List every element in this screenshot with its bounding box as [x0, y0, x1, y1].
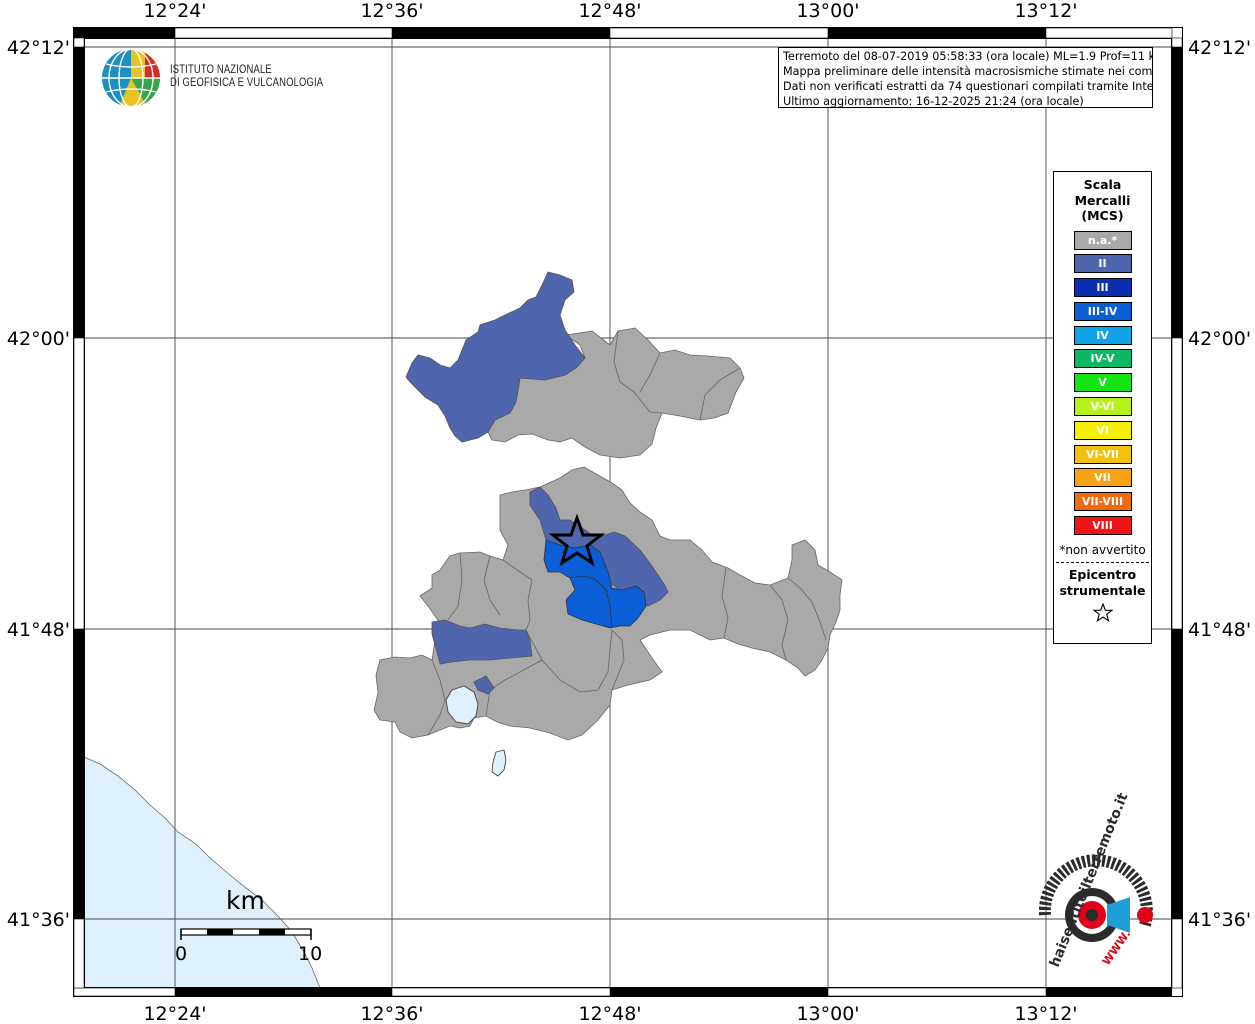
lat-labels-right: 42°12' 42°00' 41°48' 41°36' — [1188, 37, 1251, 931]
legend-item: n.a.* — [1073, 230, 1132, 250]
lon-tick-label: 12°24' — [143, 0, 206, 22]
legend-item: IV-V — [1073, 349, 1132, 369]
scale-end-label: 10 — [298, 943, 323, 965]
lon-tick-label: 12°36' — [360, 0, 423, 22]
legend-item: V-VI — [1073, 397, 1132, 417]
lon-tick-label: 12°48' — [578, 0, 641, 22]
lat-tick-label: 41°36' — [7, 909, 70, 931]
lat-tick-label: 42°12' — [7, 37, 70, 59]
legend-title: Scala Mercalli (MCS) — [1054, 177, 1151, 224]
lat-tick-label: 42°00' — [1188, 328, 1251, 350]
legend-epicenter-line: Epicentro — [1068, 567, 1137, 583]
lat-tick-label: 41°36' — [1188, 909, 1251, 931]
lon-labels-bottom: 12°24' 12°36' 12°48' 13°00' 13°12' — [143, 1003, 1077, 1024]
lon-tick-label: 12°36' — [360, 1003, 423, 1024]
legend-item: VII — [1073, 468, 1132, 488]
ingv-name-line-2: DI GEOFISICA E VULCANOLOGIA — [170, 77, 324, 89]
scale-unit-label: km — [226, 886, 265, 915]
lon-tick-label: 13°12' — [1014, 1003, 1077, 1024]
legend-items: n.a.* II III III-IV IV IV-V V V-VI VI VI-VII VII VI… — [1054, 230, 1151, 536]
mcs-legend: Scala Mercalli (MCS) n.a.* II III III-IV IV I… — [1053, 171, 1152, 644]
lon-labels-top: 12°24' 12°36' 12°48' 13°00' 13°12' — [143, 0, 1077, 22]
ingv-name-line-1: ISTITUTO NAZIONALE — [170, 64, 272, 76]
legend-item: III — [1073, 278, 1132, 298]
info-line-3: Dati non verificati estratti da 74 quest… — [783, 80, 1153, 93]
haisentito-logo: WWW. haisentitoilterremoto.it — [1038, 791, 1153, 969]
legend-title-line: Scala — [1083, 177, 1122, 192]
legend-epicenter-line: strumentale — [1059, 582, 1146, 598]
legend-title-line: (MCS) — [1081, 208, 1124, 223]
info-line-1: Terremoto del 08-07-2019 05:58:33 (ora l… — [783, 50, 1153, 63]
legend-item: III-IV — [1073, 301, 1132, 321]
legend-epicenter-label: Epicentro strumentale — [1054, 567, 1151, 598]
legend-item: VII-VIII — [1073, 492, 1132, 512]
legend-item: VI-VII — [1073, 444, 1132, 464]
info-line-4: Ultimo aggiornamento: 16-12-2025 21:24 (… — [783, 95, 1084, 108]
lat-tick-label: 41°48' — [7, 619, 70, 641]
sea-area — [83, 756, 321, 989]
lat-tick-label: 42°12' — [1188, 37, 1251, 59]
legend-item: V — [1073, 373, 1132, 393]
lake — [491, 749, 507, 777]
lon-tick-label: 12°48' — [578, 1003, 641, 1024]
lat-tick-label: 42°00' — [7, 328, 70, 350]
lat-labels-left: 42°12' 42°00' 41°48' 41°36' — [7, 37, 70, 931]
earthquake-info-box: Terremoto del 08-07-2019 05:58:33 (ora l… — [778, 47, 1153, 108]
legend-item: IV — [1073, 325, 1132, 345]
ingv-logo-text: ISTITUTO NAZIONALE DI GEOFISICA E VULCAN… — [170, 64, 323, 90]
legend-item: II — [1073, 254, 1132, 274]
lat-tick-label: 41°48' — [1188, 619, 1251, 641]
scale-start-label: 0 — [175, 943, 188, 965]
legend-note: *non avvertito — [1059, 543, 1146, 558]
legend-title-line: Mercalli — [1074, 192, 1131, 208]
lon-tick-label: 12°24' — [143, 1003, 206, 1024]
legend-item: VIII — [1073, 516, 1132, 536]
lon-tick-label: 13°00' — [796, 1003, 859, 1024]
ingv-logo-icon — [102, 48, 160, 108]
info-line-2: Mappa preliminare delle intensità macros… — [783, 65, 1153, 78]
legend-divider — [1056, 562, 1149, 564]
lon-tick-label: 13°12' — [1014, 0, 1077, 22]
legend-item: VI — [1073, 420, 1132, 440]
legend-star-icon — [1054, 602, 1151, 627]
lon-tick-label: 13°00' — [796, 0, 859, 22]
